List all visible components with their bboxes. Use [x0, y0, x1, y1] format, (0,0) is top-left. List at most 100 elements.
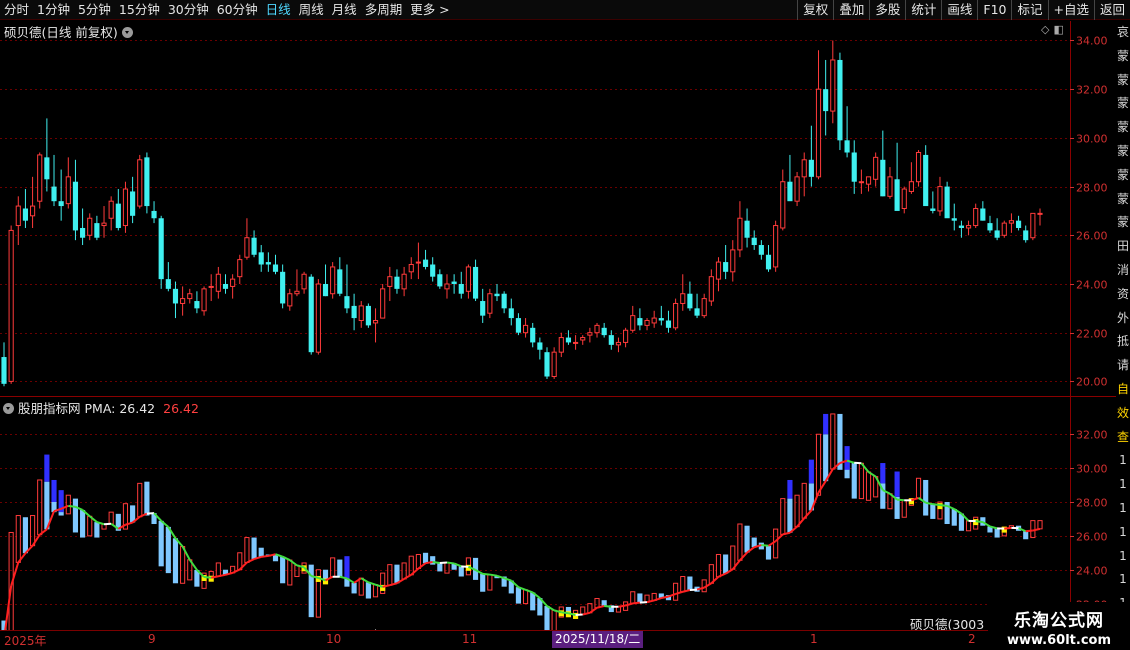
indicator-box	[923, 479, 929, 516]
window-icon[interactable]: ◧	[1053, 23, 1063, 36]
candle-body	[801, 159, 807, 178]
candle-body	[430, 264, 436, 277]
candle-body	[1, 357, 7, 384]
indicator-spike	[823, 413, 829, 435]
pma-line	[939, 504, 948, 507]
pma-line	[417, 562, 427, 570]
indicator-box	[180, 546, 186, 584]
candle-body	[694, 308, 700, 316]
indicator-box	[865, 471, 872, 501]
strip-char: 1	[1119, 500, 1127, 515]
candle-body	[673, 302, 679, 329]
candle-body	[30, 205, 36, 217]
indicator-box	[715, 553, 722, 578]
indicator-box	[594, 598, 600, 609]
candle-body	[901, 188, 907, 210]
indicator-box	[394, 564, 400, 584]
candle-body	[894, 179, 900, 211]
dropdown-icon[interactable]	[121, 27, 133, 38]
candle-body	[394, 276, 400, 289]
pma-line	[782, 531, 791, 536]
indicator-box	[687, 576, 693, 591]
candle-body	[15, 205, 21, 227]
candle-body	[794, 176, 800, 202]
candle-body	[465, 266, 471, 292]
candle-body	[844, 140, 850, 153]
candle-body	[51, 186, 57, 202]
candle-body	[244, 237, 250, 258]
y-tick-label: 20.00	[1076, 376, 1108, 389]
candle-body	[551, 351, 557, 378]
candle-body	[987, 223, 993, 231]
indicator-box	[630, 591, 636, 604]
pma-line	[10, 562, 20, 587]
candle-body	[130, 191, 136, 216]
pma-line	[767, 540, 777, 547]
candle-body	[523, 324, 529, 334]
indicator-box	[244, 537, 250, 563]
indicator-box	[930, 504, 936, 519]
candle-body	[87, 217, 93, 236]
indicator-dropdown-icon[interactable]	[3, 403, 14, 414]
strip-char: 哀	[1116, 25, 1129, 39]
strip-char: 1	[1119, 477, 1127, 492]
indicator-box	[458, 566, 464, 577]
candle-body	[730, 249, 736, 273]
candle-body	[773, 225, 779, 268]
right-info-strip: 哀蒙蒙蒙蒙蒙蒙蒙蒙田消资外抵请自效查1111111	[1116, 21, 1130, 630]
pma-line	[817, 480, 827, 494]
candle-body	[372, 320, 379, 324]
indicator-box	[258, 547, 264, 557]
candle-body	[958, 225, 964, 228]
pma-line	[975, 520, 983, 524]
candle-body	[880, 159, 886, 197]
watermark: 乐淘公式网 www.60lt.com	[988, 602, 1130, 650]
candle-body	[415, 261, 421, 264]
diamond-icon[interactable]: ◇	[1041, 23, 1049, 36]
indicator-box	[994, 528, 1000, 538]
indicator-box	[165, 526, 171, 574]
indicator-box	[387, 564, 393, 586]
candle-body	[158, 218, 164, 280]
indicator-box	[915, 477, 922, 500]
indicator-spike	[844, 446, 850, 470]
candle-body	[994, 230, 1000, 238]
candle-body	[873, 156, 879, 180]
candle-body	[94, 223, 100, 238]
pma-line	[125, 521, 133, 526]
pma-line	[239, 561, 248, 571]
candle-body	[501, 293, 507, 309]
strip-char: 蒙	[1116, 72, 1129, 87]
pma-line	[718, 572, 727, 578]
strip-char: 效	[1116, 405, 1129, 420]
indicator-box	[280, 556, 286, 584]
pma-line	[774, 533, 784, 542]
indicator-box	[794, 494, 800, 528]
indicator-box	[108, 511, 114, 525]
candle-body	[37, 154, 43, 202]
candle-body	[580, 337, 586, 341]
indicator-box	[158, 520, 164, 567]
candle-body	[680, 293, 686, 304]
candle-body	[237, 259, 243, 278]
candle-body	[637, 318, 643, 326]
pma-label: PMA: 26.42	[84, 401, 156, 416]
chart-canvas[interactable]: 34.00 32.00 30.00 28.00 26.00 24.00 22.00 20.00…	[0, 0, 1116, 630]
strip-char: 蒙	[1116, 143, 1129, 158]
candle-body	[280, 271, 286, 304]
pma-line	[646, 599, 655, 604]
pma-line	[181, 546, 191, 561]
candle-body	[651, 317, 657, 324]
strip-char: 自	[1116, 381, 1129, 396]
indicator-box	[480, 573, 486, 592]
candle-body	[815, 88, 822, 178]
candle-body	[644, 320, 650, 326]
candle-body	[322, 283, 329, 297]
strip-char: 消	[1116, 262, 1129, 277]
stock-title: 硕贝德(日线 前复权)	[4, 25, 118, 40]
pma-line	[703, 582, 712, 589]
pma-line	[89, 515, 98, 523]
candle-body	[744, 220, 750, 238]
candle-body	[837, 59, 843, 141]
candle-body	[658, 318, 664, 321]
